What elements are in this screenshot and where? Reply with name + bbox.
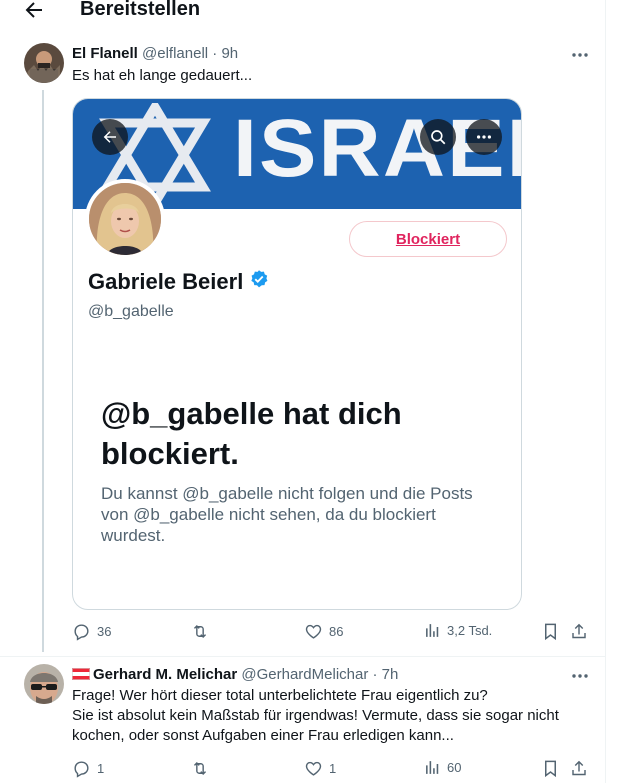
reply-button[interactable]: 1 bbox=[72, 759, 104, 778]
views-button[interactable]: 3,2 Tsd. bbox=[424, 622, 492, 639]
retweet-button[interactable] bbox=[190, 622, 216, 641]
bookmark-icon bbox=[542, 759, 559, 778]
search-icon[interactable] bbox=[420, 119, 456, 155]
like-count: 86 bbox=[329, 624, 344, 639]
divider bbox=[0, 656, 605, 657]
retweet-icon bbox=[190, 759, 210, 778]
retweet-icon bbox=[190, 622, 210, 641]
tweet-text-line: kochen, oder sonst Aufgaben einer Frau e… bbox=[72, 727, 454, 744]
reply-count: 36 bbox=[97, 624, 112, 639]
profile-name: Gabriele Beierl bbox=[88, 269, 269, 295]
author-name[interactable]: Gerhard M. Melichar bbox=[93, 666, 237, 683]
austria-flag-icon bbox=[72, 667, 90, 680]
media-more-icon[interactable] bbox=[466, 119, 502, 155]
views-icon bbox=[424, 759, 441, 776]
reply-button[interactable]: 36 bbox=[72, 622, 111, 641]
like-icon bbox=[304, 622, 323, 641]
reply-icon bbox=[72, 759, 91, 778]
author-name[interactable]: El Flanell bbox=[72, 45, 138, 62]
like-count: 1 bbox=[329, 761, 337, 776]
share-button[interactable] bbox=[570, 622, 588, 641]
timestamp[interactable]: 7h bbox=[382, 666, 399, 683]
tweet-text: Es hat eh lange gedauert... bbox=[72, 67, 253, 84]
views-icon bbox=[424, 622, 441, 639]
blocked-title: @b_gabelle hat dich blockiert. bbox=[101, 396, 402, 471]
tweet-media-image[interactable]: ISRAEL Blockiert Gabriele Beierl @b_gabe bbox=[72, 98, 522, 610]
reply-count: 1 bbox=[97, 761, 105, 776]
tweet-header: Gerhard M. Melichar @GerhardMelichar · 7… bbox=[72, 666, 398, 683]
more-icon[interactable] bbox=[570, 45, 590, 65]
reply-icon bbox=[72, 622, 91, 641]
share-icon bbox=[570, 759, 588, 778]
tweet-actions: 1 1 60 bbox=[72, 759, 592, 783]
tweet-text-line: Sie ist absolut kein Maßstab für irgendw… bbox=[72, 707, 559, 724]
tweet-header: El Flanell @elflanell · 9h bbox=[72, 45, 238, 62]
more-icon[interactable] bbox=[570, 666, 590, 686]
blocked-description: Du kannst @b_gabelle nicht folgen und di… bbox=[101, 484, 473, 545]
views-count: 3,2 Tsd. bbox=[447, 623, 493, 638]
separator-dot: · bbox=[372, 666, 378, 683]
author-handle[interactable]: @GerhardMelichar bbox=[241, 666, 368, 683]
views-count: 60 bbox=[447, 760, 462, 775]
tweet-text-line: Frage! Wer hört dieser total unterbelich… bbox=[72, 687, 488, 704]
profile-name-text: Gabriele Beierl bbox=[88, 269, 244, 294]
tweet-actions: 36 86 3,2 Tsd. bbox=[72, 622, 592, 646]
tweet-text: Frage! Wer hört dieser total unterbelich… bbox=[72, 686, 592, 746]
page-title: Bereitstellen bbox=[80, 0, 201, 20]
author-handle[interactable]: @elflanell bbox=[142, 45, 208, 62]
media-back-button[interactable] bbox=[92, 119, 128, 155]
page-header: Bereitstellen bbox=[0, 0, 605, 28]
like-button[interactable]: 1 bbox=[304, 759, 336, 778]
share-icon bbox=[570, 622, 588, 641]
profile-avatar bbox=[85, 179, 165, 259]
blocked-button: Blockiert bbox=[349, 221, 507, 257]
bookmark-button[interactable] bbox=[542, 622, 559, 641]
thread-line bbox=[42, 90, 44, 652]
column-border bbox=[605, 0, 606, 783]
separator-dot: · bbox=[212, 45, 218, 62]
profile-handle: @b_gabelle bbox=[88, 303, 174, 320]
back-arrow-icon[interactable] bbox=[22, 0, 46, 22]
avatar[interactable] bbox=[24, 664, 64, 704]
bookmark-icon bbox=[542, 622, 559, 641]
retweet-button[interactable] bbox=[190, 759, 216, 778]
bookmark-button[interactable] bbox=[542, 759, 559, 778]
verified-badge-icon bbox=[249, 269, 269, 295]
avatar[interactable] bbox=[24, 43, 64, 83]
share-button[interactable] bbox=[570, 759, 588, 778]
like-button[interactable]: 86 bbox=[304, 622, 343, 641]
like-icon bbox=[304, 759, 323, 778]
views-button[interactable]: 60 bbox=[424, 759, 461, 776]
timestamp[interactable]: 9h bbox=[221, 45, 238, 62]
